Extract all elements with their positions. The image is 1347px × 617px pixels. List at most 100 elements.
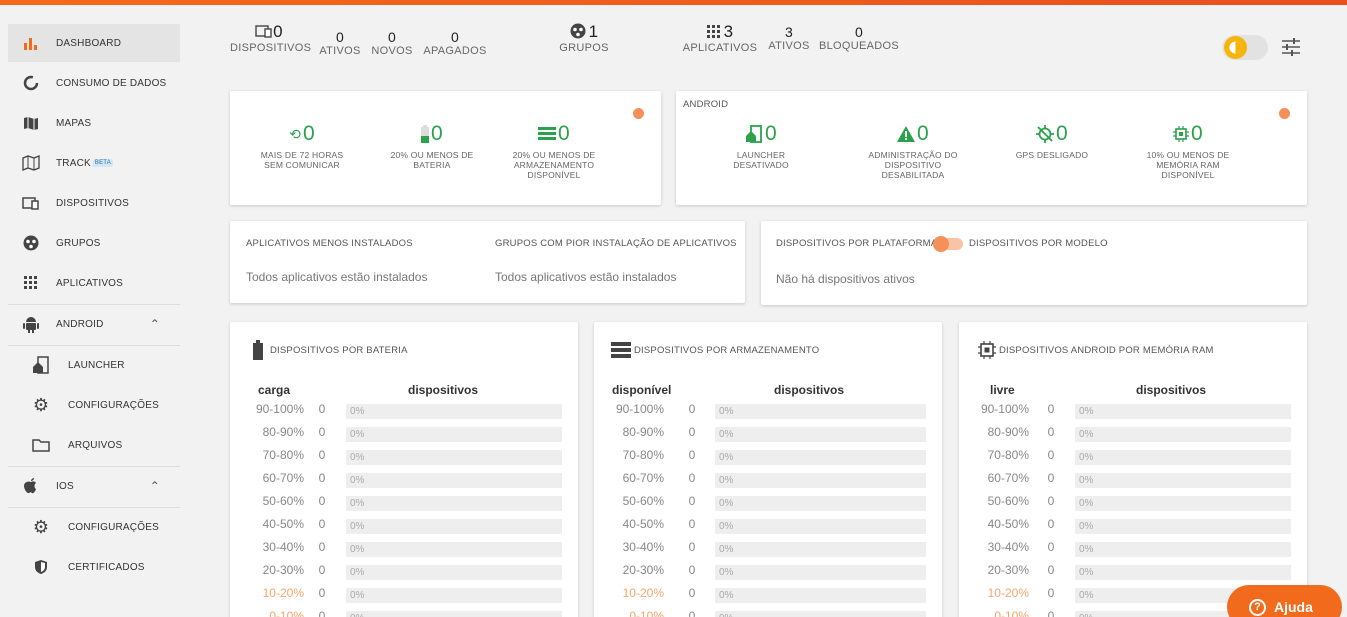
sidebar-item-dispositivos[interactable]: DISPOSITIVOS (8, 184, 180, 222)
percent-bar: 0% (1075, 565, 1291, 580)
sidebar-item-consumo-de-dados[interactable]: CONSUMO DE DADOS (8, 64, 180, 102)
filter-settings-icon[interactable] (1281, 38, 1301, 56)
device-count: 0 (318, 609, 326, 617)
alert-memoria[interactable]: 0 10% OU MENOS DE MEMÓRIA RAM DISPONÍVEL (1140, 122, 1236, 180)
apps-less-installed-text: Todos aplicativos estão instalados (246, 270, 428, 284)
alert-label: 10% OU MENOS DE MEMÓRIA RAM DISPONÍVEL (1146, 150, 1230, 180)
stat-aplicativos-value: 3 (682, 22, 758, 42)
percent-bar: 0% (715, 450, 926, 465)
warning-icon (897, 126, 916, 142)
alert-launcher[interactable]: 0 LAUNCHER DESATIVADO (716, 122, 806, 170)
donut-icon (22, 74, 40, 92)
device-count: 0 (1047, 471, 1055, 485)
sidebar-item-mapas[interactable]: MAPAS (8, 104, 180, 142)
device-count: 0 (1047, 517, 1055, 531)
battery-icon (253, 340, 263, 360)
stat-apps-ativos-label: ATIVOS (768, 40, 810, 52)
track-map-icon (22, 154, 40, 172)
stat-novos-value: 0 (387, 29, 397, 45)
stat-dispositivos[interactable]: 0 DISPOSITIVOS (230, 22, 311, 54)
table-row: 10-20% 0 0% (594, 586, 942, 609)
table-row: 80-90% 0 0% (230, 425, 578, 448)
table-row: 90-100% 0 0% (959, 402, 1307, 425)
range-label: 40-50% (622, 517, 664, 531)
table-row: 0-10% 0 0% (230, 609, 578, 617)
sidebar-item-certificados[interactable]: CERTIFICADOS (8, 548, 180, 586)
table-row: 80-90% 0 0% (959, 425, 1307, 448)
percent-bar: 0% (346, 588, 562, 603)
sidebar-item-label: CONSUMO DE DADOS (56, 77, 167, 89)
stat-novos[interactable]: 0 NOVOS (370, 29, 414, 57)
card-title: ANDROID (683, 99, 729, 110)
stat-aplicativos[interactable]: 3 APLICATIVOS (682, 22, 758, 54)
percent-bar: 0% (346, 496, 562, 511)
top-accent-bar (0, 0, 1347, 5)
sidebar-item-track[interactable]: TRACK BETA (8, 144, 180, 182)
range-label: 80-90% (262, 425, 304, 439)
no-devices-text: Não há dispositivos ativos (776, 272, 915, 286)
sidebar-item-label: DISPOSITIVOS (56, 197, 129, 209)
percent-bar: 0% (715, 542, 926, 557)
stat-grupos[interactable]: 1 GRUPOS (552, 22, 616, 54)
range-label: 70-80% (262, 448, 304, 462)
alert-gps[interactable]: 0 GPS DESLIGADO (1012, 122, 1092, 160)
ram-table-card: DISPOSITIVOS ANDROID POR MEMÓRIA RAM liv… (959, 322, 1307, 617)
percent-bar: 0% (346, 427, 562, 442)
device-count: 0 (318, 517, 326, 531)
device-count: 0 (688, 402, 696, 416)
sun-icon (1224, 36, 1247, 59)
device-count: 0 (688, 448, 696, 462)
device-count: 0 (318, 563, 326, 577)
device-count: 0 (688, 517, 696, 531)
sidebar-item-configuracoes-android[interactable]: ⚙ CONFIGURAÇÕES (8, 386, 180, 424)
stat-apps-ativos[interactable]: 3 ATIVOS (766, 24, 812, 52)
groups-icon (570, 23, 586, 39)
column-header-livre: livre (990, 383, 1015, 397)
percent-bar: 0% (715, 588, 926, 603)
theme-toggle[interactable] (1222, 35, 1268, 60)
sidebar-item-label: IOS (56, 480, 74, 492)
sidebar-item-aplicativos[interactable]: APLICATIVOS (8, 264, 180, 302)
table-row: 40-50% 0 0% (230, 517, 578, 540)
range-label: 0-10% (269, 609, 304, 617)
help-button[interactable]: ? Ajuda (1227, 585, 1342, 617)
device-count: 0 (1047, 494, 1055, 508)
memory-chip-icon (1173, 126, 1190, 142)
sidebar-item-ios[interactable]: IOS ⌃ (8, 467, 180, 505)
alert-admin[interactable]: 0 ADMINISTRAÇÃO DO DISPOSITIVO DESABILIT… (860, 122, 966, 180)
platform-model-toggle[interactable] (933, 236, 963, 252)
table-row: 30-40% 0 0% (959, 540, 1307, 563)
chevron-up-icon[interactable]: ⌃ (150, 479, 160, 493)
status-dot (1279, 108, 1290, 119)
table-row: 10-20% 0 0% (230, 586, 578, 609)
stat-ativos[interactable]: 0 ATIVOS (318, 29, 362, 57)
range-label: 90-100% (255, 402, 304, 416)
percent-bar: 0% (346, 542, 562, 557)
sync-icon: ⟲ (289, 126, 302, 142)
battery-table-card: DISPOSITIVOS POR BATERIA carga dispositi… (230, 322, 578, 617)
folder-icon (32, 436, 50, 454)
devices-icon (255, 25, 272, 38)
range-label: 30-40% (262, 540, 304, 554)
alert-armazenamento[interactable]: 0 20% OU MENOS DE ARMAZENAMENTO DISPONÍV… (502, 122, 606, 180)
table-title: DISPOSITIVOS POR ARMAZENAMENTO (634, 345, 820, 356)
sidebar-item-arquivos[interactable]: ARQUIVOS (8, 426, 180, 464)
device-count: 0 (318, 540, 326, 554)
sidebar-item-dashboard[interactable]: DASHBOARD (8, 24, 180, 62)
percent-bar: 0% (1075, 427, 1291, 442)
stat-bloqueados[interactable]: 0 BLOQUEADOS (818, 24, 900, 52)
percent-bar: 0% (346, 450, 562, 465)
sidebar-item-android[interactable]: ANDROID ⌃ (8, 305, 180, 343)
stat-ativos-label: ATIVOS (319, 45, 361, 57)
sidebar-item-grupos[interactable]: GRUPOS (8, 224, 180, 262)
stat-novos-label: NOVOS (371, 45, 413, 57)
battery-icon (421, 125, 430, 143)
stat-bloqueados-label: BLOQUEADOS (818, 40, 900, 52)
alert-sem-comunicar[interactable]: ⟲ 0 MAIS DE 72 HORAS SEM COMUNICAR (254, 122, 350, 170)
percent-bar: 0% (715, 496, 926, 511)
stat-apagados[interactable]: 0 APAGADOS (422, 29, 488, 57)
chevron-up-icon[interactable]: ⌃ (150, 317, 160, 331)
sidebar-item-launcher[interactable]: LAUNCHER (8, 346, 180, 384)
sidebar-item-configuracoes-ios[interactable]: ⚙ CONFIGURAÇÕES (8, 508, 180, 546)
alert-bateria[interactable]: 0 20% OU MENOS DE BATERIA (382, 122, 482, 170)
